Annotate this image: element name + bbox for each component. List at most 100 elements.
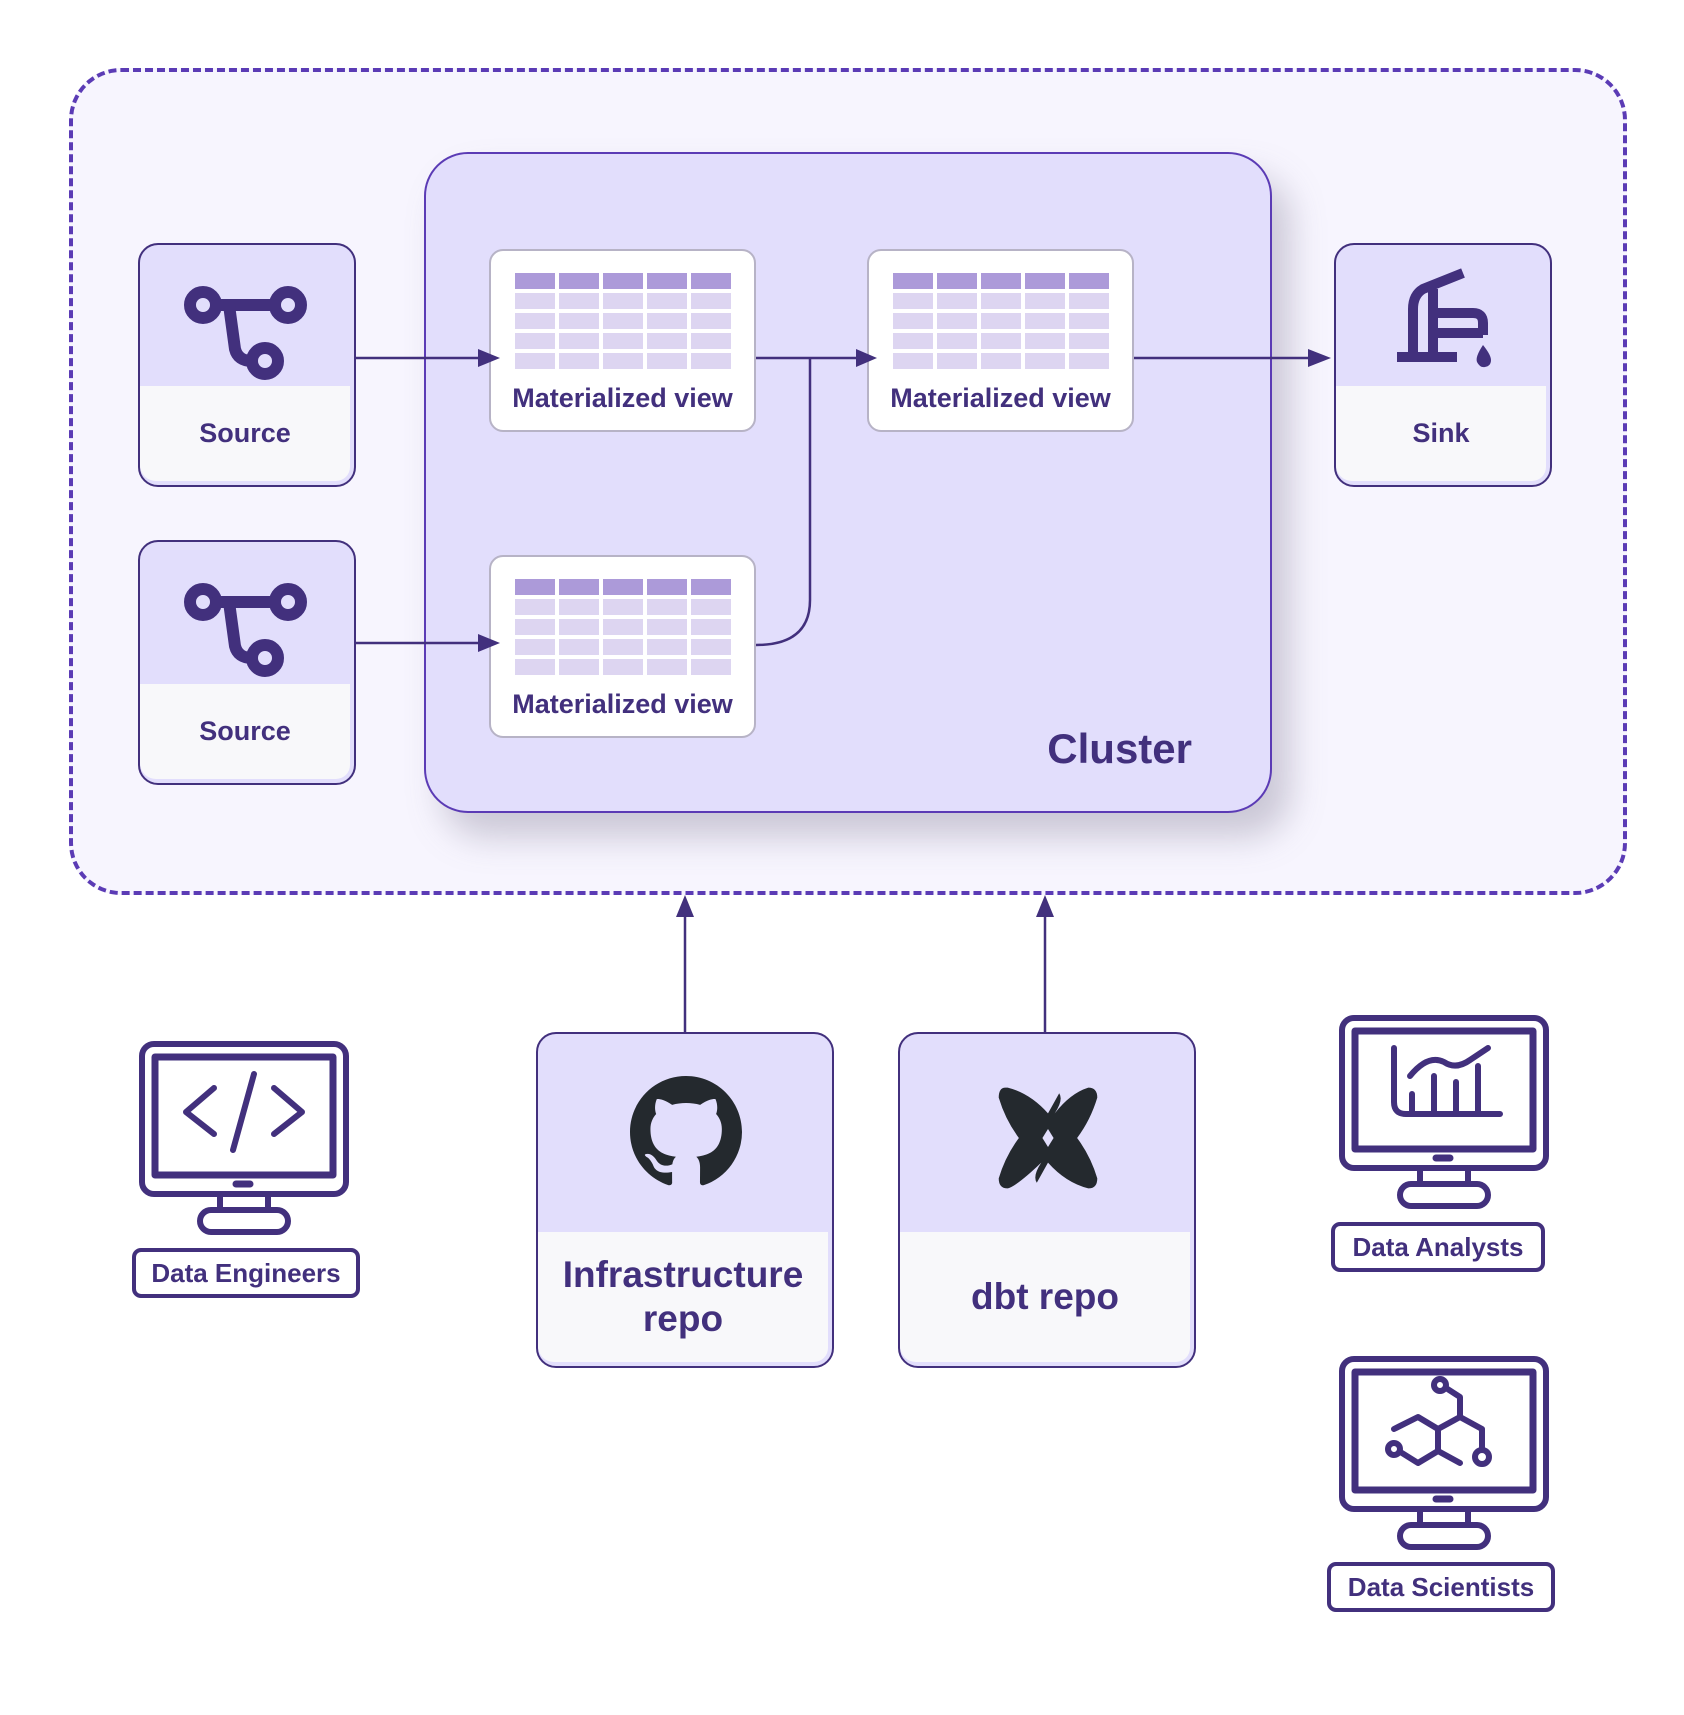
table-cell — [691, 313, 731, 329]
table-cell — [1069, 313, 1109, 329]
source-node-1[interactable]: Source — [138, 243, 356, 487]
chart-monitor-icon — [1339, 1015, 1549, 1209]
table-cell — [515, 333, 555, 349]
infrastructure-repo-label-area: Infrastructure repo — [538, 1232, 828, 1362]
table-header-cell — [691, 273, 731, 289]
source-node-2[interactable]: Source — [138, 540, 356, 785]
sink-label: Sink — [1412, 418, 1470, 448]
table-cell — [647, 313, 687, 329]
table-cell — [691, 659, 731, 675]
table-icon — [515, 579, 731, 675]
infrastructure-repo-label-line2: repo — [642, 1298, 724, 1339]
table-header-cell — [937, 273, 977, 289]
source-label: Source — [199, 716, 291, 746]
table-cell — [981, 293, 1021, 309]
sink-label-area: Sink — [1336, 386, 1546, 481]
table-cell — [691, 619, 731, 635]
source-label-area: Source — [140, 386, 350, 481]
table-cell — [603, 353, 643, 369]
git-branch-icon — [184, 583, 307, 677]
table-cell — [691, 639, 731, 655]
materialized-view-3[interactable]: Materialized view — [489, 555, 756, 738]
table-cell — [515, 639, 555, 655]
table-cell — [559, 353, 599, 369]
table-cell — [691, 293, 731, 309]
materialized-view-1[interactable]: Materialized view — [489, 249, 756, 432]
table-cell — [691, 333, 731, 349]
table-cell — [937, 353, 977, 369]
materialized-view-label: Materialized view — [890, 383, 1111, 413]
sink-node[interactable]: Sink — [1334, 243, 1552, 487]
table-icon — [893, 273, 1109, 369]
table-header-cell — [515, 579, 555, 595]
cluster-label: Cluster — [1047, 725, 1192, 772]
table-cell — [603, 599, 643, 615]
table-cell — [1025, 313, 1065, 329]
materialized-view-2[interactable]: Materialized view — [867, 249, 1134, 432]
table-cell — [559, 659, 599, 675]
infrastructure-repo-label-line1: Infrastructure — [562, 1254, 804, 1295]
table-header-cell — [559, 273, 599, 289]
table-cell — [647, 619, 687, 635]
table-cell — [647, 639, 687, 655]
table-cell — [981, 333, 1021, 349]
table-header-cell — [515, 273, 555, 289]
table-cell — [515, 293, 555, 309]
table-cell — [647, 293, 687, 309]
table-header-cell — [603, 579, 643, 595]
dbt-repo-label: dbt repo — [971, 1276, 1119, 1317]
dbt-icon — [998, 1087, 1098, 1189]
table-cell — [647, 659, 687, 675]
data-engineers-label: Data Engineers — [132, 1248, 360, 1298]
data-analysts-label: Data Analysts — [1331, 1222, 1545, 1272]
code-monitor-icon — [139, 1041, 349, 1235]
table-cell — [603, 619, 643, 635]
table-cell — [603, 659, 643, 675]
table-cell — [603, 333, 643, 349]
table-cell — [515, 659, 555, 675]
table-cell — [603, 293, 643, 309]
table-cell — [647, 353, 687, 369]
source-label: Source — [199, 418, 291, 448]
table-cell — [603, 639, 643, 655]
source-label-area: Source — [140, 684, 350, 779]
table-cell — [515, 313, 555, 329]
table-cell — [603, 313, 643, 329]
table-cell — [937, 313, 977, 329]
table-cell — [893, 333, 933, 349]
dbt-repo-node[interactable]: dbt repo — [898, 1032, 1196, 1368]
table-cell — [893, 313, 933, 329]
table-header-cell — [1069, 273, 1109, 289]
table-cell — [937, 333, 977, 349]
table-cell — [559, 639, 599, 655]
table-header-cell — [647, 273, 687, 289]
table-cell — [691, 599, 731, 615]
table-cell — [559, 333, 599, 349]
github-icon — [630, 1076, 742, 1186]
data-scientists-label: Data Scientists — [1327, 1562, 1555, 1612]
table-cell — [1069, 293, 1109, 309]
infrastructure-repo-node[interactable]: Infrastructure repo — [536, 1032, 834, 1368]
table-cell — [515, 619, 555, 635]
table-cell — [691, 353, 731, 369]
table-header-cell — [647, 579, 687, 595]
table-cell — [515, 353, 555, 369]
table-header-cell — [1025, 273, 1065, 289]
table-cell — [1025, 353, 1065, 369]
table-cell — [559, 599, 599, 615]
table-cell — [981, 353, 1021, 369]
table-header-cell — [559, 579, 599, 595]
table-cell — [937, 293, 977, 309]
table-cell — [647, 333, 687, 349]
table-cell — [1025, 293, 1065, 309]
table-header-cell — [893, 273, 933, 289]
materialized-view-label: Materialized view — [512, 689, 733, 719]
table-cell — [559, 313, 599, 329]
table-cell — [647, 599, 687, 615]
table-cell — [1069, 333, 1109, 349]
table-icon — [515, 273, 731, 369]
molecule-monitor-icon — [1339, 1356, 1549, 1550]
faucet-icon — [1397, 268, 1491, 368]
table-cell — [1069, 353, 1109, 369]
git-branch-icon — [184, 286, 307, 380]
